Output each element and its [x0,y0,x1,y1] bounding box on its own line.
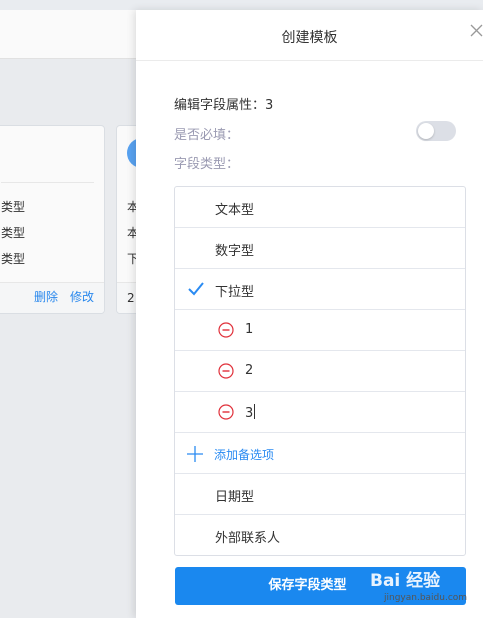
type-option-label: 下拉型 [215,285,255,300]
save-field-type-button[interactable]: 保存字段类型 [175,567,466,605]
required-toggle[interactable] [416,121,456,141]
modal-overlay [0,10,136,618]
text-caret [254,404,256,419]
type-option-number[interactable]: 数字型 [175,228,465,269]
remove-option-icon[interactable] [218,322,234,342]
check-icon [187,281,205,301]
type-option-text[interactable]: 文本型 [175,187,465,228]
dropdown-option-value: 3 [245,406,254,421]
remove-option-icon[interactable] [218,404,234,424]
field-type-label: 字段类型： [174,157,240,172]
required-label: 是否必填： [174,128,240,143]
type-option-label: 数字型 [215,244,255,259]
toggle-knob [418,123,434,139]
remove-option-icon[interactable] [218,363,234,383]
dropdown-option-value[interactable]: 1 [245,322,253,337]
dropdown-option-input[interactable]: 3 [245,404,256,421]
type-option-label: 外部联系人 [215,531,281,546]
plus-icon [186,445,204,467]
field-properties-title: 编辑字段属性：3 [174,98,274,113]
add-option-row[interactable]: 添加备选项 [175,433,465,474]
save-button-label: 保存字段类型 [268,578,347,593]
type-option-dropdown[interactable]: 下拉型 [175,269,465,310]
drawer-header: 创建模板 [136,10,483,61]
close-icon [469,24,483,38]
add-option-label: 添加备选项 [214,448,275,462]
field-type-list: 文本型 数字型 下拉型 1 2 3 添加备选项 日期型 外部联系人 [174,186,466,556]
close-button[interactable] [469,24,483,38]
type-option-contact[interactable]: 外部联系人 [175,515,465,555]
type-option-label: 文本型 [215,203,255,218]
background-topbar [0,0,483,10]
dropdown-option-row: 1 [175,310,465,351]
dropdown-option-value[interactable]: 2 [245,363,253,378]
create-template-drawer: 创建模板 编辑字段属性：3 是否必填： 字段类型： 文本型 数字型 下拉型 1 … [136,10,483,618]
drawer-title: 创建模板 [281,30,338,46]
type-option-date[interactable]: 日期型 [175,474,465,515]
dropdown-option-row: 3 [175,392,465,433]
type-option-label: 日期型 [215,490,255,505]
dropdown-option-row: 2 [175,351,465,392]
